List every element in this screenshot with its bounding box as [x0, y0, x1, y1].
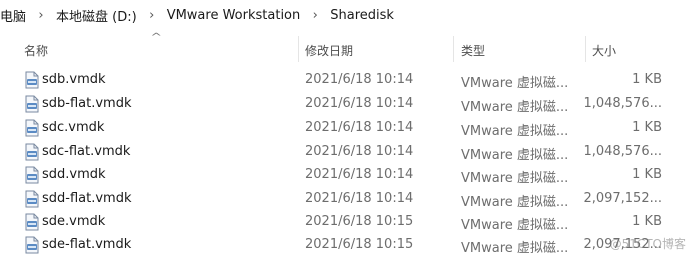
file-date: 2021/6/18 10:15 — [305, 214, 414, 229]
file-size: 1 KB — [632, 167, 662, 182]
vmdk-file-icon — [25, 95, 39, 113]
breadcrumb-item-local-disk[interactable]: 本地磁盘 (D:) — [52, 6, 141, 25]
vmdk-file-icon — [25, 213, 39, 231]
file-row[interactable]: sdb-flat.vmdk 2021/6/18 10:14 VMware 虚拟磁… — [0, 93, 692, 116]
file-type: VMware 虚拟磁... — [461, 171, 569, 186]
sort-ascending-icon: ^ — [150, 32, 163, 43]
file-type: VMware 虚拟磁... — [461, 100, 569, 115]
file-date: 2021/6/18 10:14 — [305, 144, 414, 159]
file-size: 1 KB — [632, 214, 662, 229]
file-name: sdd.vmdk — [42, 167, 106, 182]
file-date: 2021/6/18 10:14 — [305, 72, 414, 87]
breadcrumb-item-computer[interactable]: 电脑 — [0, 6, 30, 25]
file-size: 1,048,576... — [583, 96, 662, 111]
vmdk-file-icon — [25, 236, 39, 254]
file-date: 2021/6/18 10:14 — [305, 167, 414, 182]
file-row[interactable]: sde.vmdk 2021/6/18 10:15 VMware 虚拟磁... 1… — [0, 211, 692, 234]
file-size: 1,048,576... — [583, 144, 662, 159]
file-type: VMware 虚拟磁... — [461, 218, 569, 233]
file-row[interactable]: sdd.vmdk 2021/6/18 10:14 VMware 虚拟磁... 1… — [0, 164, 692, 187]
file-name: sdd-flat.vmdk — [42, 191, 132, 206]
watermark: @51CTO博客 — [609, 237, 686, 251]
column-header-name[interactable]: 名称 — [24, 42, 48, 59]
file-type: VMware 虚拟磁... — [461, 241, 569, 256]
file-size: 1 KB — [632, 72, 662, 87]
file-row[interactable]: sdb.vmdk 2021/6/18 10:14 VMware 虚拟磁... 1… — [0, 69, 692, 92]
file-name: sde-flat.vmdk — [42, 237, 132, 252]
file-size: 2,097,152... — [583, 191, 662, 206]
breadcrumb-item-vmware-workstation[interactable]: VMware Workstation — [163, 8, 305, 23]
column-divider[interactable] — [453, 36, 454, 62]
file-size: 1 KB — [632, 120, 662, 135]
file-row[interactable]: sdc.vmdk 2021/6/18 10:14 VMware 虚拟磁... 1… — [0, 117, 692, 140]
file-name: sdc.vmdk — [42, 120, 105, 135]
column-header: ^ 名称 修改日期 类型 大小 — [0, 32, 692, 64]
file-date: 2021/6/18 10:15 — [305, 237, 414, 252]
chevron-right-icon[interactable]: › — [141, 8, 163, 23]
file-type: VMware 虚拟磁... — [461, 124, 569, 139]
chevron-right-icon[interactable]: › — [304, 8, 326, 23]
file-date: 2021/6/18 10:14 — [305, 96, 414, 111]
vmdk-file-icon — [25, 166, 39, 184]
file-date: 2021/6/18 10:14 — [305, 120, 414, 135]
file-type: VMware 虚拟磁... — [461, 76, 569, 91]
file-name: sdb-flat.vmdk — [42, 96, 132, 111]
file-date: 2021/6/18 10:14 — [305, 191, 414, 206]
file-name: sdb.vmdk — [42, 72, 106, 87]
vmdk-file-icon — [25, 190, 39, 208]
column-divider[interactable] — [298, 36, 299, 62]
vmdk-file-icon — [25, 143, 39, 161]
file-row[interactable]: sdd-flat.vmdk 2021/6/18 10:14 VMware 虚拟磁… — [0, 188, 692, 211]
vmdk-file-icon — [25, 71, 39, 89]
breadcrumb: 电脑 › 本地磁盘 (D:) › VMware Workstation › Sh… — [0, 0, 692, 30]
file-name: sdc-flat.vmdk — [42, 144, 131, 159]
file-type: VMware 虚拟磁... — [461, 195, 569, 210]
vmdk-file-icon — [25, 119, 39, 137]
column-header-date[interactable]: 修改日期 — [305, 42, 353, 59]
file-type: VMware 虚拟磁... — [461, 148, 569, 163]
breadcrumb-item-sharedisk[interactable]: Sharedisk — [326, 8, 398, 23]
file-row[interactable]: sdc-flat.vmdk 2021/6/18 10:14 VMware 虚拟磁… — [0, 141, 692, 164]
file-name: sde.vmdk — [42, 214, 106, 229]
column-header-size[interactable]: 大小 — [592, 42, 616, 59]
column-header-type[interactable]: 类型 — [461, 42, 485, 59]
chevron-right-icon[interactable]: › — [30, 8, 52, 23]
column-divider[interactable] — [585, 36, 586, 62]
